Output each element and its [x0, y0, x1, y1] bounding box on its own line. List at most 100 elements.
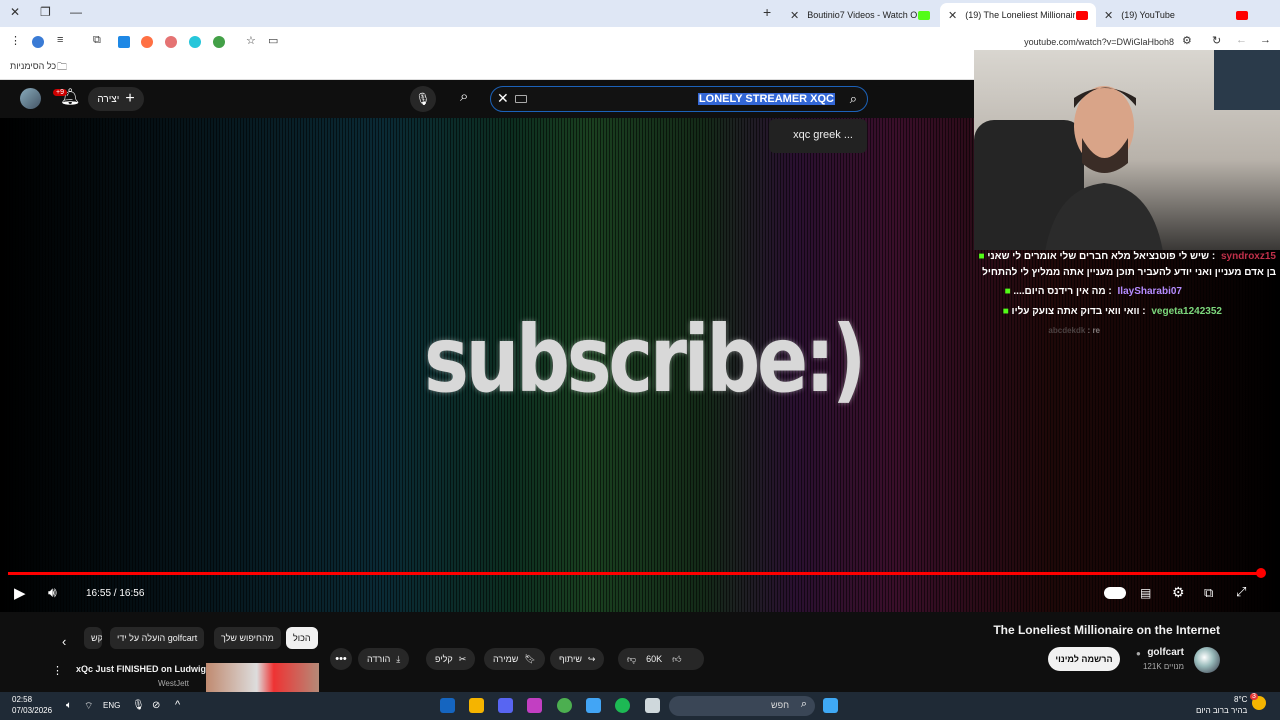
- subscribe-button[interactable]: הרשמה למינוי: [1048, 647, 1120, 671]
- app-icon[interactable]: [469, 698, 484, 713]
- download-button[interactable]: הורדה ⤓: [358, 648, 410, 670]
- app-grid-icon[interactable]: [586, 698, 601, 713]
- camera-off-icon[interactable]: ⊘: [152, 700, 160, 711]
- clock-time[interactable]: 02:58: [12, 695, 32, 704]
- close-window-icon[interactable]: ✕: [10, 5, 20, 19]
- speaker-icon[interactable]: 🔈︎: [66, 700, 72, 711]
- address-bar[interactable]: youtube.com/watch?v=DWiGlaHboh8: [1024, 37, 1174, 47]
- extension-icon[interactable]: [165, 36, 177, 48]
- below-video-section: ‹ קש הועלה על ידי golfcart מהחיפוש שלך ה…: [0, 612, 1280, 692]
- captions-icon[interactable]: ▤: [1140, 586, 1151, 600]
- folder-icon: 🗀: [57, 62, 67, 73]
- steam-icon[interactable]: [440, 698, 455, 713]
- chat-text: בן אדם מעניין ואני יודע להעביר תוכן מעני…: [982, 267, 1276, 278]
- taskbar-search[interactable]: חפש ⌕: [669, 696, 815, 716]
- app-icon[interactable]: [527, 698, 542, 713]
- share-icon: ↪: [587, 653, 596, 664]
- search-inner-icon: ⌕: [849, 91, 857, 106]
- extension-icon[interactable]: [189, 36, 201, 48]
- new-tab-icon[interactable]: +: [763, 4, 771, 20]
- fullscreen-icon[interactable]: ⤢: [1236, 584, 1246, 600]
- tab-close-icon[interactable]: ✕: [948, 9, 957, 22]
- network-icon[interactable]: ⌔: [84, 700, 93, 713]
- dislike-icon[interactable]: 👎︎: [627, 654, 636, 665]
- volume-icon[interactable]: 🔊︎: [48, 584, 57, 601]
- site-settings-icon[interactable]: ⚙: [1182, 34, 1192, 47]
- channel-avatar[interactable]: [1194, 647, 1220, 673]
- language-indicator[interactable]: ENG: [103, 701, 120, 710]
- youtube-header: 🔔︎ +9 יצירה + 🎙︎ ⌕ ✕ LONELY STREAMER XQC…: [0, 80, 975, 118]
- tab-kick[interactable]: ✕ Boutinio7 Videos - Watch On-Demand: [782, 3, 938, 27]
- chrome-icon[interactable]: [557, 698, 572, 713]
- search-suggestion[interactable]: xqc greek ...: [769, 119, 867, 153]
- profile-avatar-icon[interactable]: [32, 36, 44, 48]
- clock-date[interactable]: 07/03/2026: [12, 706, 52, 715]
- filter-chip[interactable]: הועלה על ידי golfcart: [110, 627, 205, 649]
- menu-dots-icon[interactable]: ⋮: [10, 34, 21, 47]
- weather-temp[interactable]: 8°C: [1234, 695, 1247, 704]
- play-icon[interactable]: ▶: [14, 584, 26, 602]
- clear-search-icon[interactable]: ✕: [497, 90, 509, 107]
- save-button[interactable]: שמירה 🔖︎: [484, 648, 545, 670]
- tab-title: Boutinio7 Videos - Watch On-Demand: [807, 10, 918, 20]
- mic-tray-icon[interactable]: 🎙︎: [132, 700, 145, 711]
- windows-taskbar: 02:58 07/03/2026 🔈︎ ⌔ ENG 🎙︎ ⊘ ^ חפש ⌕ 8…: [0, 692, 1280, 720]
- miniplayer-icon[interactable]: ⧉: [1204, 585, 1213, 601]
- clip-label: קליפ: [435, 654, 453, 664]
- time-display: 16:55 / 16:56: [86, 588, 145, 599]
- extension-icon[interactable]: [141, 36, 153, 48]
- share-button[interactable]: שיתוף ↪: [550, 648, 605, 670]
- bookmark-star-icon[interactable]: ☆: [246, 34, 256, 47]
- extension-icon[interactable]: [118, 36, 130, 48]
- file-explorer-icon[interactable]: [645, 698, 660, 713]
- streamer-webcam: [974, 50, 1280, 250]
- windows-start-icon[interactable]: [823, 698, 838, 713]
- chevron-left-icon[interactable]: ‹: [62, 634, 66, 649]
- keyboard-icon[interactable]: [515, 95, 527, 103]
- all-bookmarks-label[interactable]: כל הסימניות: [10, 61, 56, 71]
- tab-youtube-home[interactable]: ✕ (19) YouTube: [1096, 3, 1256, 27]
- chat-username: abcdekdk: [1048, 326, 1086, 335]
- chat-message: בן אדם מעניין ואני יודע להעביר תוכן מעני…: [982, 267, 1276, 278]
- create-button[interactable]: יצירה +: [88, 87, 144, 111]
- more-actions-button[interactable]: •••: [330, 648, 352, 670]
- cast-icon[interactable]: ▭: [268, 34, 278, 47]
- autoplay-toggle[interactable]: [1104, 587, 1126, 599]
- restore-window-icon[interactable]: ❐: [40, 5, 51, 19]
- recommended-channel[interactable]: WestJett: [158, 679, 189, 688]
- minimize-window-icon[interactable]: —: [70, 5, 82, 19]
- like-count[interactable]: 60K: [646, 654, 662, 664]
- reco-menu-icon[interactable]: ⋮: [52, 664, 63, 677]
- recommended-thumbnail[interactable]: [206, 663, 319, 692]
- scissors-icon: ✂: [458, 653, 467, 664]
- tab-current-video[interactable]: ✕ (19) The Loneliest Millionaire on the …: [940, 3, 1096, 27]
- extension-icon[interactable]: [213, 36, 225, 48]
- extensions-icon[interactable]: ⧉: [93, 34, 101, 47]
- reload-icon[interactable]: ↻: [1212, 34, 1221, 47]
- filter-chip[interactable]: קש: [84, 627, 102, 649]
- mic-button[interactable]: 🎙︎: [410, 86, 436, 112]
- media-control-icon[interactable]: ≡: [57, 34, 63, 46]
- settings-gear-icon[interactable]: ⚙: [1172, 584, 1185, 601]
- forward-icon[interactable]: ←: [1236, 34, 1247, 46]
- tab-close-icon[interactable]: ✕: [790, 9, 799, 22]
- progress-bar[interactable]: [8, 568, 1266, 578]
- filter-chip-all[interactable]: הכול: [286, 627, 318, 649]
- tab-close-icon[interactable]: ✕: [1104, 9, 1113, 22]
- spotify-icon[interactable]: [615, 698, 630, 713]
- avatar[interactable]: [20, 88, 41, 109]
- recommended-title[interactable]: xQc Just FINISHED on Ludwig: [76, 664, 206, 674]
- clip-button[interactable]: קליפ ✂: [426, 648, 476, 670]
- progress-fill: [8, 572, 1261, 575]
- discord-icon[interactable]: [498, 698, 513, 713]
- filter-chip[interactable]: מהחיפוש שלך: [214, 627, 281, 649]
- back-icon[interactable]: →: [1260, 34, 1271, 46]
- search-icon[interactable]: ⌕: [460, 88, 468, 105]
- progress-scrubber[interactable]: [1255, 568, 1266, 578]
- tray-chevron-icon[interactable]: ^: [175, 699, 180, 711]
- channel-name[interactable]: golfcart: [1147, 647, 1184, 658]
- browser-titlebar: ✕ ❐ — ✕ (19) YouTube ✕ (19) The Lonelies…: [0, 0, 1280, 27]
- verified-icon: ●: [1136, 649, 1141, 658]
- search-input[interactable]: ✕ LONELY STREAMER XQC ⌕: [490, 86, 868, 112]
- like-icon[interactable]: 👍︎: [672, 654, 681, 665]
